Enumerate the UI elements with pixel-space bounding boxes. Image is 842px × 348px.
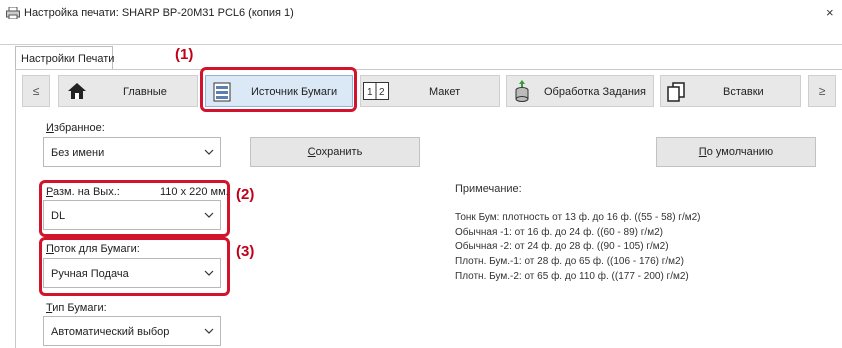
title-bar: Настройка печати: SHARP BP-20M31 PCL6 (к… — [0, 0, 842, 26]
job-handling-icon — [515, 80, 529, 102]
nav-prev-button[interactable]: ≤ — [22, 75, 50, 107]
nav-tab-main[interactable]: Главные — [58, 75, 198, 107]
home-icon — [68, 83, 86, 99]
callout-1: (1) — [175, 46, 194, 63]
nav-label-job-handling: Обработка Задания — [544, 86, 647, 98]
close-button[interactable]: × — [826, 5, 834, 20]
printer-icon — [6, 7, 20, 19]
chevron-down-icon — [204, 328, 214, 334]
note-title: Примечание: — [455, 183, 522, 195]
tab-print-settings[interactable]: Настройки Печати — [15, 46, 115, 71]
layout-icon: 1 2 — [363, 82, 389, 100]
callout-3: (3) — [236, 243, 255, 260]
save-button-label: Сохранить — [307, 146, 363, 158]
nav-tab-inserts[interactable]: Вставки — [660, 75, 801, 107]
favorites-value: Без имени — [51, 147, 105, 159]
note-line: Обычная -1: от 16 ф. до 24 ф. ((60 - 89)… — [455, 227, 663, 238]
callout-2: (2) — [236, 186, 255, 203]
note-line: Тонк Бум: плотность от 13 ф. до 16 ф. ((… — [455, 212, 701, 223]
note-line: Плотн. Бум.-1: от 28 ф. до 65 ф. ((106 -… — [455, 256, 684, 267]
chevron-down-icon — [204, 212, 214, 218]
output-size-select[interactable]: DL — [43, 200, 221, 230]
svg-text:2: 2 — [379, 87, 385, 98]
nav-label-inserts: Вставки — [723, 86, 764, 98]
paper-type-value: Автоматический выбор — [51, 326, 170, 338]
nav-next-button[interactable]: ≥ — [808, 75, 836, 107]
output-size-label: Разм. на Вых.: — [46, 186, 120, 198]
default-button[interactable]: По умолчанию — [656, 137, 816, 167]
nav-label-main: Главные — [123, 86, 167, 98]
highlight-box-1 — [200, 67, 357, 112]
nav-tab-layout[interactable]: 1 2 Макет — [360, 75, 500, 107]
tab-label: Настройки Печати — [21, 53, 115, 65]
default-button-label: По умолчанию — [698, 146, 774, 158]
note-line: Обычная -2: от 24 ф. до 28 ф. ((90 - 105… — [455, 241, 669, 252]
inserts-icon — [667, 82, 685, 102]
favorites-select[interactable]: Без имени — [43, 137, 221, 167]
svg-text:1: 1 — [367, 87, 373, 98]
paper-source-select[interactable]: Ручная Подача — [43, 258, 221, 288]
window-title: Настройка печати: SHARP BP-20M31 PCL6 (к… — [24, 7, 294, 19]
nav-label-layout: Макет — [429, 86, 461, 98]
save-button[interactable]: Сохранить — [250, 137, 420, 167]
nav-tab-job-handling[interactable]: Обработка Задания — [506, 75, 654, 107]
chevron-down-icon — [204, 149, 214, 155]
paper-source-label: Поток для Бумаги: — [46, 243, 140, 255]
output-size-dims: 110 x 220 мм. — [160, 186, 229, 198]
chevron-down-icon — [204, 270, 214, 276]
paper-source-value: Ручная Подача — [51, 268, 129, 280]
paper-type-select[interactable]: Автоматический выбор — [43, 316, 221, 346]
paper-type-label: Тип Бумаги: — [46, 302, 107, 314]
tab-strip-line — [0, 44, 842, 45]
output-size-value: DL — [51, 210, 66, 222]
favorites-label: Избранное: — [46, 122, 105, 134]
note-line: Плотн. Бум.-2: от 65 ф. до 110 ф. ((177 … — [455, 271, 689, 282]
